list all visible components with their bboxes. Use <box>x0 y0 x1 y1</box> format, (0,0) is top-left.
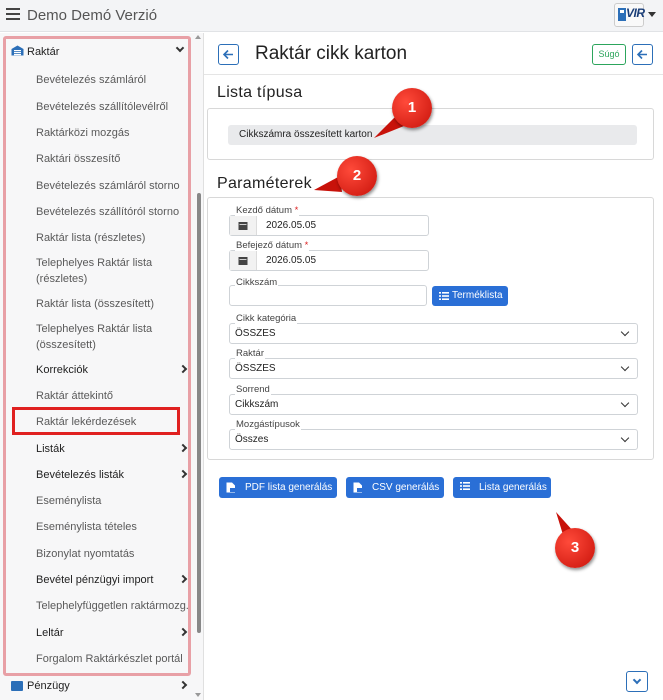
params-title: Paraméterek <box>217 175 312 192</box>
category-select[interactable]: ÖSSZES <box>229 323 638 344</box>
movement-label: Mozgástípusok <box>235 419 301 430</box>
caret-down-icon[interactable] <box>648 12 656 17</box>
start-date-value: 2026.05.05 <box>266 220 317 231</box>
header-divider <box>204 74 663 75</box>
start-date-field[interactable]: 2026.05.05 <box>229 215 429 236</box>
csv-generate-button[interactable]: CSV generálás <box>346 477 444 498</box>
money-icon <box>11 681 23 691</box>
pdf-file-icon <box>226 482 235 493</box>
sidebar-item[interactable]: Bevételezés szállítólevélről <box>36 99 186 115</box>
sidebar-item[interactable]: Telephelyfüggetlen raktármozg. <box>36 598 196 614</box>
annotation-badge-2: 2 <box>337 156 377 196</box>
chevron-down-icon <box>620 433 630 443</box>
sidebar-item[interactable]: Telephelyes Raktár lista (összesített) <box>36 321 176 353</box>
warehouse-label: Raktár <box>235 348 265 359</box>
sidebar-item[interactable]: Telephelyes Raktár lista (részletes) <box>36 255 176 287</box>
list-type-title: Lista típusa <box>217 84 303 101</box>
back-button[interactable] <box>218 44 239 65</box>
pdf-generate-button[interactable]: PDF lista generálás <box>219 477 337 498</box>
sidebar-item[interactable]: Bizonylat nyomtatás <box>36 546 186 562</box>
chevron-down-icon <box>620 362 630 372</box>
back-button-right[interactable] <box>632 44 653 65</box>
sidebar-item[interactable]: Raktárközi mozgás <box>36 125 186 141</box>
sidebar-section-penzugy[interactable]: Pénzügy <box>27 678 177 694</box>
chevron-down-icon[interactable] <box>175 43 185 53</box>
scroll-down-arrow-icon[interactable] <box>195 693 201 697</box>
end-date-field[interactable]: 2026.05.05 <box>229 250 429 271</box>
arrow-left-icon <box>636 49 647 60</box>
csv-generate-label: CSV generálás <box>372 482 440 493</box>
help-button[interactable]: Súgó <box>592 44 626 65</box>
warehouse-icon <box>11 45 24 56</box>
page-title: Raktár cikk karton <box>255 43 408 64</box>
list-icon <box>460 482 470 490</box>
sidebar-item[interactable]: Raktár áttekintő <box>36 388 186 404</box>
sidebar-item-bevetelezes-listak[interactable]: Bevételezés listák <box>36 467 186 483</box>
order-label: Sorrend <box>235 384 271 395</box>
sidebar-item[interactable]: Bevételezés számláról storno <box>36 178 186 194</box>
scroll-down-button[interactable] <box>626 671 648 692</box>
end-date-value: 2026.05.05 <box>266 255 317 266</box>
chevron-down-icon <box>632 675 642 685</box>
calendar-icon <box>238 222 248 230</box>
end-date-label: Befejező dátum * <box>235 240 310 251</box>
sku-label: Cikkszám <box>235 277 279 288</box>
order-select[interactable]: Cikkszám <box>229 394 638 415</box>
category-value: ÖSSZES <box>235 328 276 339</box>
app-title: Demo Demó Verzió <box>27 7 158 24</box>
list-type-field[interactable]: Cikkszámra összesített karton <box>228 125 637 145</box>
sku-input[interactable] <box>229 285 427 306</box>
sidebar-item-leltar[interactable]: Leltár <box>36 625 186 641</box>
list-icon <box>439 292 449 300</box>
list-generate-button[interactable]: Lista generálás <box>453 477 551 498</box>
chevron-down-icon <box>620 398 630 408</box>
date-addon <box>230 216 257 235</box>
sidebar-item[interactable]: Raktári összesítő <box>36 151 186 167</box>
sidebar-item[interactable]: Bevételezés számláról <box>36 72 186 88</box>
sidebar-item[interactable]: Eseménylista tételes <box>36 519 186 535</box>
logo-text: VIR <box>626 6 645 20</box>
warehouse-select[interactable]: ÖSSZES <box>229 358 638 379</box>
csv-file-icon <box>353 482 362 493</box>
product-list-button-label: Terméklista <box>452 290 503 301</box>
sidebar-item[interactable]: Raktár lista (összesített) <box>36 296 186 312</box>
movement-select[interactable]: Összes <box>229 429 638 450</box>
warehouse-value: ÖSSZES <box>235 363 276 374</box>
sidebar-item[interactable]: Eseménylista <box>36 493 186 509</box>
order-value: Cikkszám <box>235 399 279 410</box>
sidebar-item-korrekciok[interactable]: Korrekciók <box>36 362 186 378</box>
sidebar-item-listak[interactable]: Listák <box>36 441 186 457</box>
list-generate-label: Lista generálás <box>479 482 547 493</box>
annotation-badge-1: 1 <box>392 88 432 128</box>
hamburger-menu-icon[interactable] <box>6 8 20 22</box>
pdf-generate-label: PDF lista generálás <box>245 482 333 493</box>
category-label: Cikk kategória <box>235 313 298 324</box>
sidebar-item-bevetel-penzugyi-import[interactable]: Bevétel pénzügyi import <box>36 572 186 588</box>
sidebar-section-raktar[interactable]: Raktár <box>27 44 177 60</box>
chevron-down-icon <box>620 327 630 337</box>
sidebar-item[interactable]: Bevételezés szállítóról storno <box>36 204 186 220</box>
top-bar: Demo Demó Verzió VIR <box>0 0 663 32</box>
product-list-button[interactable]: Terméklista <box>432 286 508 306</box>
date-addon <box>230 251 257 270</box>
sidebar-item[interactable]: Forgalom Raktárkészlet portál <box>36 651 196 667</box>
chevron-right-icon[interactable] <box>178 680 188 690</box>
sidebar: Raktár Bevételezés számláról Bevételezés… <box>0 33 204 700</box>
sidebar-scrollbar[interactable] <box>197 193 201 633</box>
calendar-icon <box>238 257 248 265</box>
sidebar-item[interactable]: Raktár lista (részletes) <box>36 230 186 246</box>
scroll-up-arrow-icon[interactable] <box>195 35 201 39</box>
start-date-label: Kezdő dátum * <box>235 205 300 216</box>
annotation-badge-3: 3 <box>555 528 595 568</box>
sidebar-item-raktar-lekerdezesek[interactable]: Raktár lekérdezések <box>36 414 186 430</box>
movement-value: Összes <box>235 434 269 445</box>
arrow-left-icon <box>222 49 233 60</box>
